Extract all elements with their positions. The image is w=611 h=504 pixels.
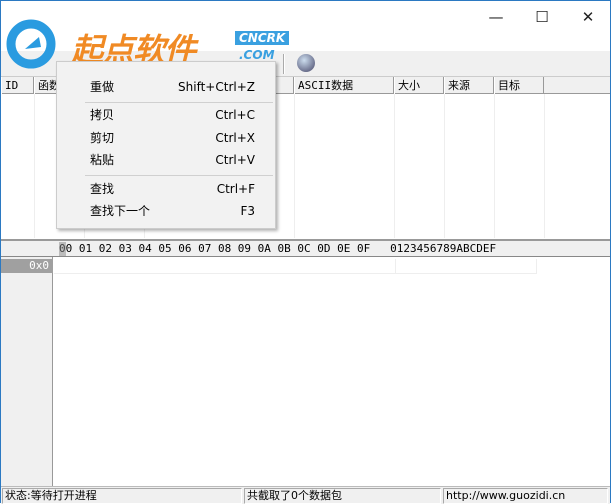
close-button[interactable]: ✕ [565, 1, 611, 33]
status-packet-count: 共截取了0个数据包 [244, 488, 441, 504]
menu-shortcut: Ctrl+V [215, 153, 255, 167]
status-bar: 状态:等待打开进程 共截取了0个数据包 http://www.guozidi.c… [1, 486, 610, 504]
hex-row-address: 0x0 [1, 259, 53, 273]
logo-icon [6, 19, 56, 69]
info-icon[interactable] [297, 54, 315, 72]
menu-shortcut: F3 [240, 204, 255, 218]
column-id[interactable]: ID [1, 77, 34, 94]
menu-label: 查找 [90, 182, 115, 196]
menu-separator [85, 102, 273, 103]
column-size[interactable]: 大小 [394, 77, 444, 94]
column-source[interactable]: 来源 [444, 77, 494, 94]
menu-item-paste[interactable]: 粘贴 Ctrl+V [57, 149, 275, 171]
column-target[interactable]: 目标 [494, 77, 544, 94]
logo-badge-top: CNCRK [235, 31, 290, 45]
menu-label: 剪切 [90, 131, 115, 145]
menu-shortcut: Ctrl+F [216, 182, 255, 196]
hex-column-labels: 00 01 02 03 04 05 06 07 08 09 0A 0B 0C 0… [59, 242, 497, 255]
menu-item-cut[interactable]: 剪切 Ctrl+X [57, 127, 275, 149]
menu-label: 拷贝 [90, 108, 115, 122]
menu-label: 粘贴 [90, 153, 115, 167]
logo-badge-bottom: .COM [239, 48, 275, 62]
status-state: 状态:等待打开进程 [2, 488, 242, 504]
menu-item-copy[interactable]: 拷贝 Ctrl+C [57, 104, 275, 126]
menu-shortcut: Ctrl+C [215, 108, 255, 122]
menu-item-redo[interactable]: 重做 Shift+Ctrl+Z [57, 76, 275, 98]
menu-item-find[interactable]: 查找 Ctrl+F [57, 178, 275, 200]
minimize-button[interactable]: — [473, 1, 519, 33]
column-ascii[interactable]: ASCII数据 [294, 77, 394, 94]
menu-label: 重做 [90, 80, 115, 94]
menu-shortcut: Shift+Ctrl+Z [178, 80, 255, 94]
hex-address-gutter [1, 257, 53, 486]
hex-header: 00 01 02 03 04 05 06 07 08 09 0A 0B 0C 0… [1, 239, 610, 257]
menu-label: 查找下一个 [90, 204, 151, 218]
maximize-button[interactable]: ☐ [519, 1, 565, 33]
menu-shortcut: Ctrl+X [215, 131, 255, 145]
menu-separator [85, 175, 273, 176]
hex-cursor [59, 242, 66, 256]
edit-context-menu: 重做 Shift+Ctrl+Z 拷贝 Ctrl+C 剪切 Ctrl+X 粘贴 Ctrl+… [56, 61, 276, 229]
status-url[interactable]: http://www.guozidi.cn [443, 488, 608, 504]
hex-row[interactable] [54, 259, 537, 274]
menu-item-find-next[interactable]: 查找下一个 F3 [57, 200, 275, 222]
